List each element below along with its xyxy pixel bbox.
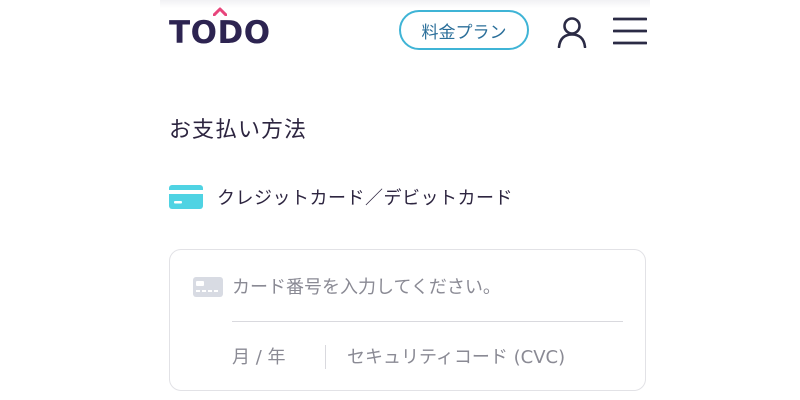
hamburger-menu-icon[interactable] bbox=[613, 16, 647, 46]
card-placeholder-icon bbox=[193, 277, 223, 297]
logo-text: TODO bbox=[169, 15, 271, 51]
field-divider bbox=[325, 345, 326, 369]
card-number-input[interactable] bbox=[232, 270, 622, 304]
site-header: TODO 料金プラン bbox=[169, 0, 647, 66]
form-divider bbox=[232, 321, 623, 322]
payment-method-label: クレジットカード／デビットカード bbox=[217, 188, 513, 209]
payment-method-credit-card[interactable]: クレジットカード／デビットカード bbox=[169, 184, 513, 210]
credit-card-icon bbox=[169, 185, 203, 209]
cvc-input[interactable] bbox=[347, 342, 627, 372]
page-title: お支払い方法 bbox=[169, 118, 308, 143]
todo-logo[interactable]: TODO bbox=[169, 18, 271, 49]
user-icon[interactable] bbox=[557, 16, 587, 48]
card-details-form bbox=[169, 249, 646, 391]
pricing-plan-button[interactable]: 料金プラン bbox=[399, 10, 529, 50]
payment-page: TODO 料金プラン お支払い方法 クレジットカード／デビットカード bbox=[0, 0, 800, 400]
expiry-date-input[interactable] bbox=[232, 342, 320, 372]
logo-caret-icon bbox=[213, 7, 227, 16]
